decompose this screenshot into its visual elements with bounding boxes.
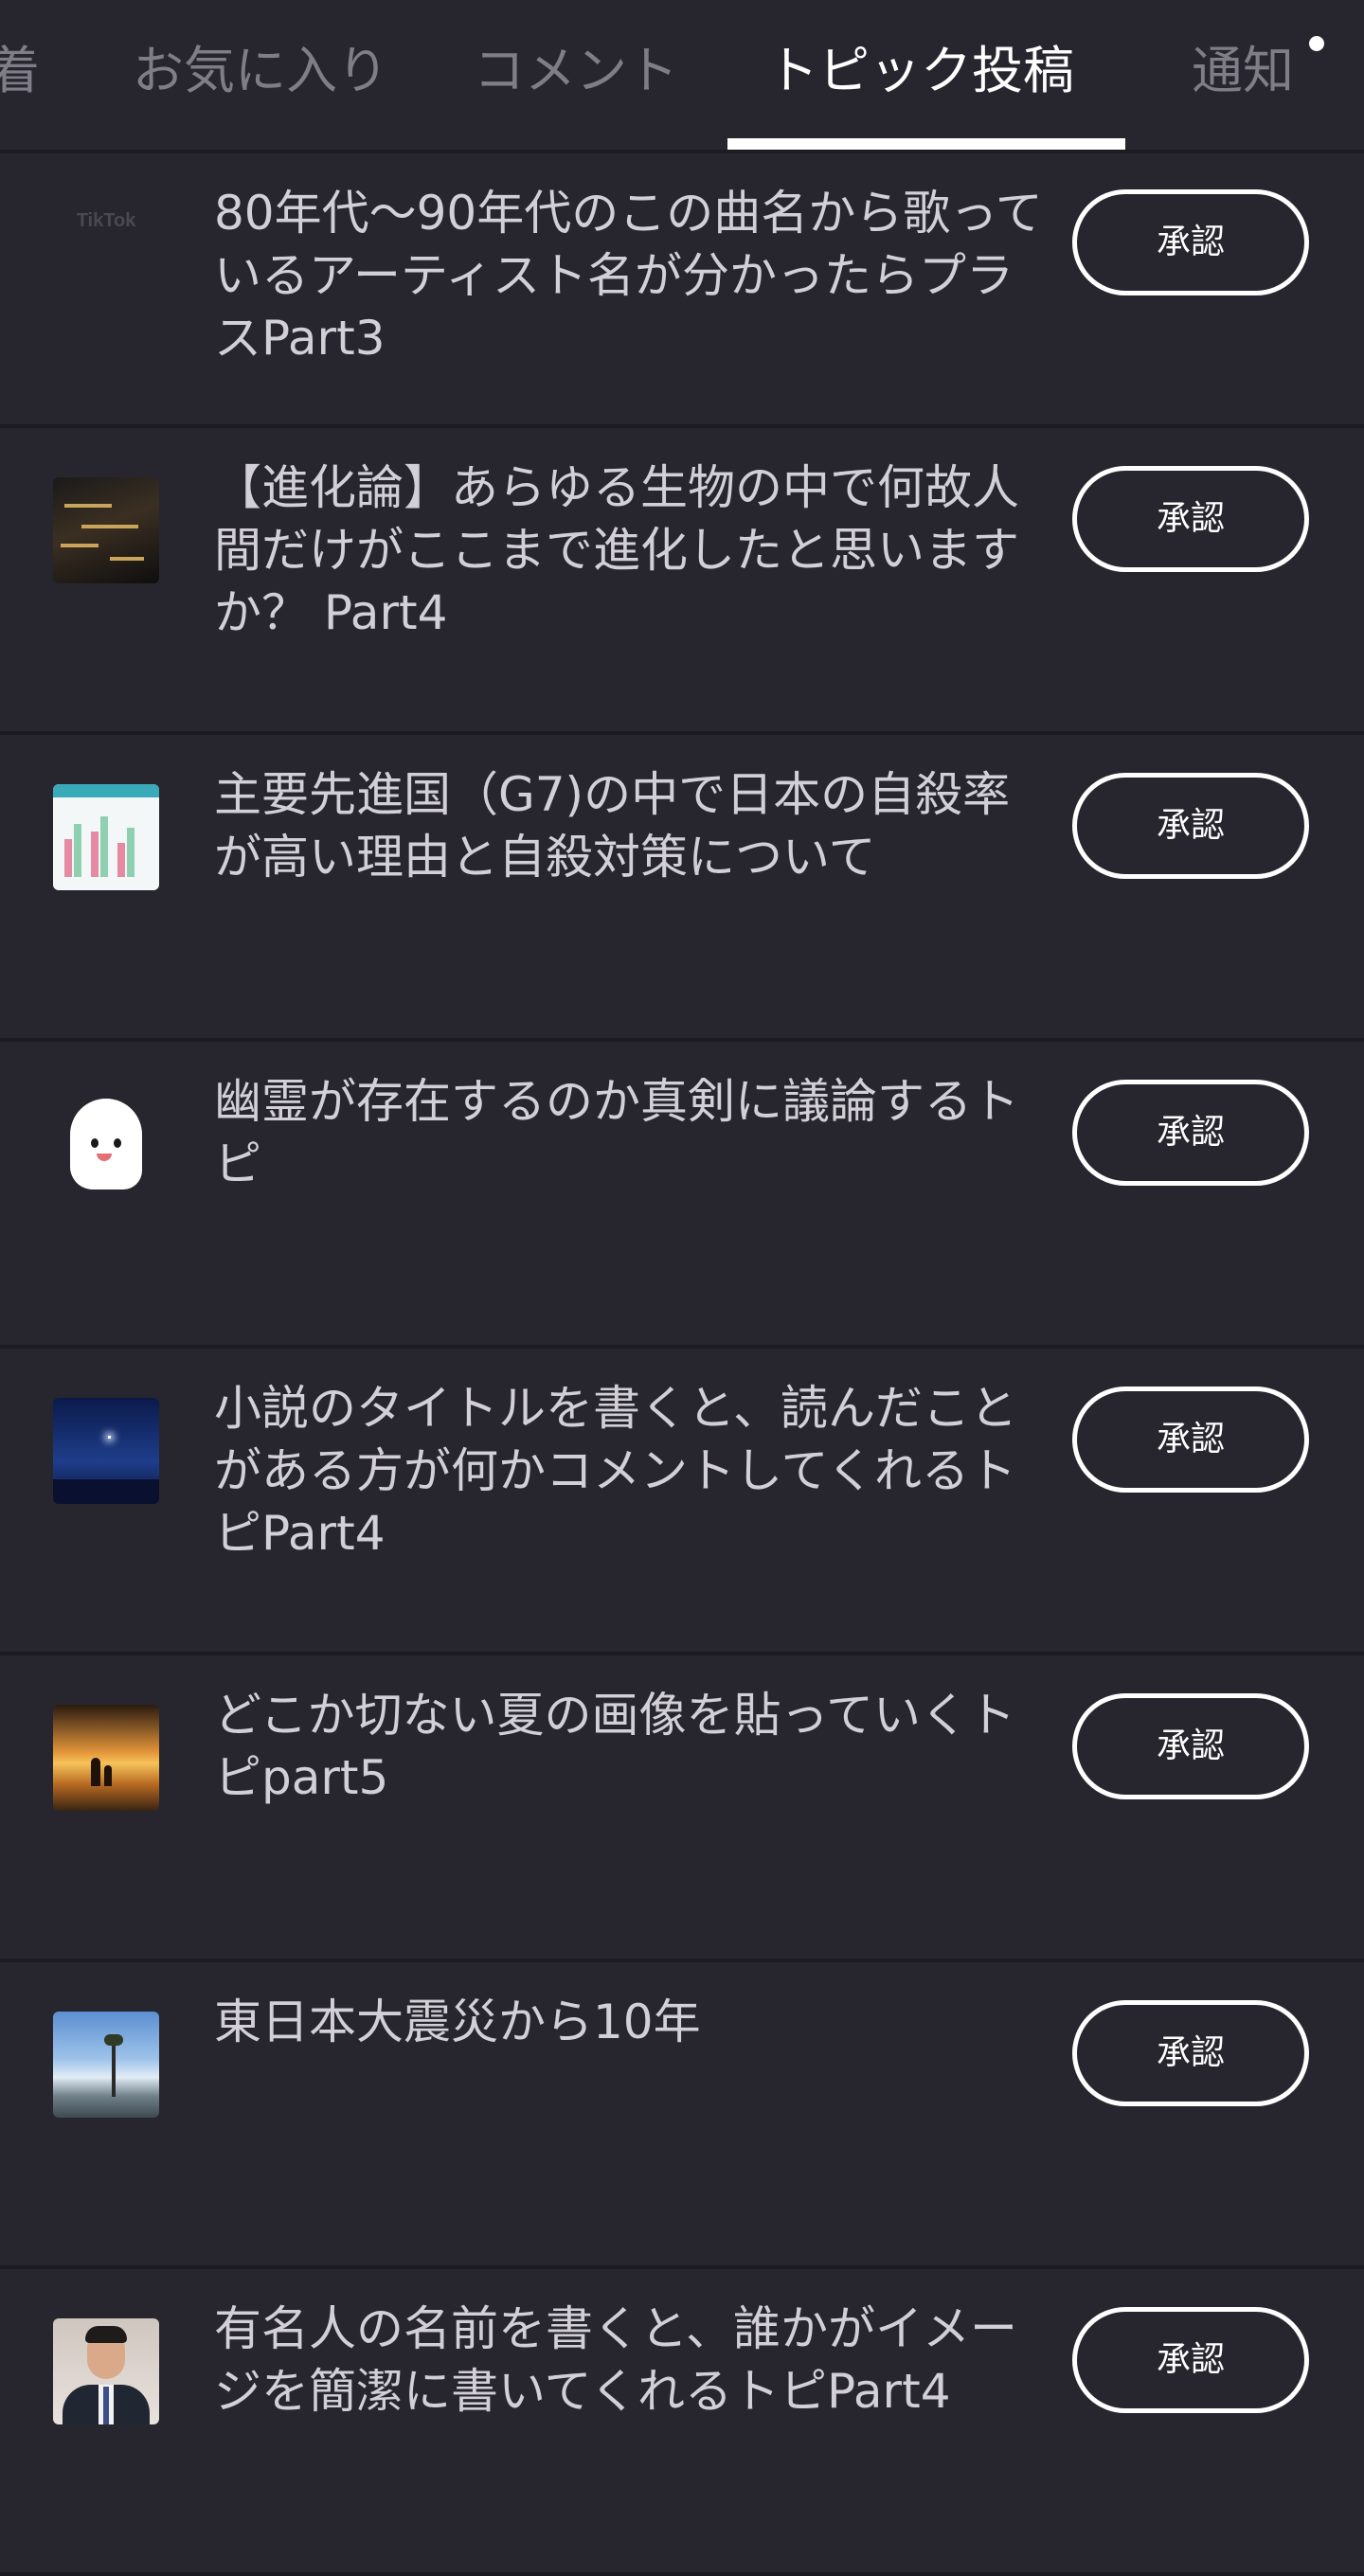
approve-button[interactable]: 承認 (1072, 1386, 1309, 1493)
active-tab-indicator (727, 138, 1125, 150)
topic-thumbnail-evolution-diagram (53, 477, 159, 583)
topic-title[interactable]: 小説のタイトルを書くと、読んだことがある方が何かコメントしてくれるトピPart4 (214, 1377, 1057, 1565)
topic-row[interactable]: 小説のタイトルを書くと、読んだことがある方が何かコメントしてくれるトピPart4… (0, 1349, 1364, 1655)
topic-thumbnail-bar-chart-image (53, 784, 159, 890)
topic-title[interactable]: 東日本大震災から10年 (214, 1991, 1057, 2053)
approve-button[interactable]: 承認 (1072, 2000, 1309, 2106)
approve-button[interactable]: 承認 (1072, 466, 1309, 572)
topic-row[interactable]: 有名人の名前を書くと、誰かがイメージを簡潔に書いてくれるトピPart4 承認 (0, 2269, 1364, 2576)
tiktok-logo-text: TikTok (76, 210, 136, 231)
topic-title[interactable]: 幽霊が存在するのか真剣に議論するトピ (214, 1070, 1057, 1195)
tab-notifications[interactable]: 通知 (1192, 36, 1294, 106)
topic-row[interactable]: どこか切ない夏の画像を貼っていくトピpart5 承認 (0, 1655, 1364, 1962)
approve-button[interactable]: 承認 (1072, 189, 1309, 295)
approve-button[interactable]: 承認 (1072, 1080, 1309, 1186)
topic-row[interactable]: 【進化論】あらゆる生物の中で何故人間だけがここまで進化したと思いますか？ Par… (0, 428, 1364, 735)
topic-title[interactable]: 80年代〜90年代のこの曲名から歌っているアーティスト名が分かったらプラスPar… (214, 182, 1057, 369)
topic-row[interactable]: 主要先進国（G7)の中で日本の自殺率が高い理由と自殺対策について 承認 (0, 735, 1364, 1042)
topic-title[interactable]: 主要先進国（G7)の中で日本の自殺率が高い理由と自殺対策について (214, 763, 1057, 888)
approve-button[interactable]: 承認 (1072, 2307, 1309, 2413)
topic-thumbnail-summer-sunset-photo (53, 1705, 159, 1811)
topic-row[interactable]: 幽霊が存在するのか真剣に議論するトピ 承認 (0, 1042, 1364, 1349)
topic-row[interactable]: 東日本大震災から10年 承認 (0, 1962, 1364, 2269)
topic-thumbnail-man-in-suit-photo (53, 2318, 159, 2424)
notification-dot (1309, 36, 1324, 51)
tab-comments[interactable]: コメント (474, 36, 678, 106)
tab-favorites[interactable]: お気に入り (133, 36, 388, 106)
tab-new[interactable]: 着 (0, 36, 40, 106)
approve-button[interactable]: 承認 (1072, 1693, 1309, 1799)
topic-title[interactable]: どこか切ない夏の画像を貼っていくトピpart5 (214, 1684, 1057, 1809)
topic-title[interactable]: 【進化論】あらゆる生物の中で何故人間だけがここまで進化したと思いますか？ Par… (214, 456, 1057, 644)
approve-button[interactable]: 承認 (1072, 773, 1309, 879)
topic-title[interactable]: 有名人の名前を書くと、誰かがイメージを簡潔に書いてくれるトピPart4 (214, 2298, 1057, 2423)
topic-list: TikTok 80年代〜90年代のこの曲名から歌っているアーティスト名が分かった… (0, 153, 1364, 2576)
ghost-icon (53, 1091, 159, 1197)
tab-bar: 着 お気に入り コメント トピック投稿 通知 (0, 0, 1364, 153)
topic-row[interactable]: TikTok 80年代〜90年代のこの曲名から歌っているアーティスト名が分かった… (0, 153, 1364, 428)
tab-topic-posts[interactable]: トピック投稿 (767, 36, 1074, 106)
topic-thumbnail-tiktok-logo: TikTok (53, 182, 159, 288)
topic-thumbnail-lone-pine-tree-photo (53, 2012, 159, 2118)
topic-thumbnail-night-sky-book-cover (53, 1398, 159, 1504)
